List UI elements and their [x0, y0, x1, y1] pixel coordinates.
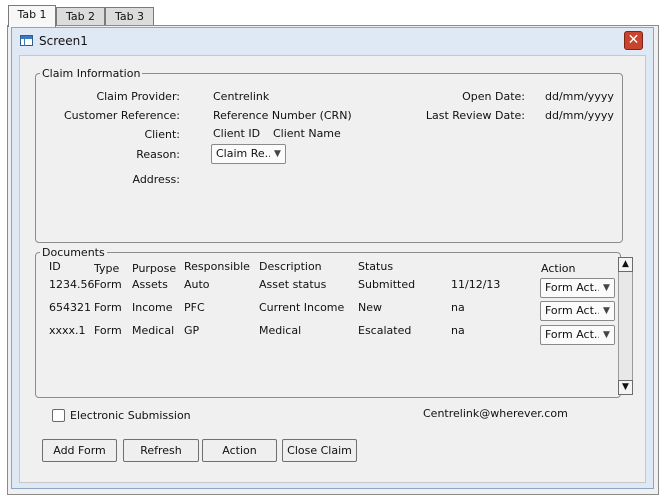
- tab-2[interactable]: Tab 2: [56, 7, 105, 25]
- table-row-cell-date: na: [451, 301, 465, 314]
- table-row-cell-status: Submitted: [358, 278, 416, 291]
- close-claim-button[interactable]: Close Claim: [282, 439, 357, 462]
- electronic-submission-label: Electronic Submission: [70, 409, 191, 422]
- open-date-label: Open Date:: [462, 90, 525, 103]
- documents-scrollbar[interactable]: ▲ ▼: [618, 257, 635, 395]
- table-row-cell-id: 654321: [49, 301, 91, 314]
- table-row-cell-date: 11/12/13: [451, 278, 501, 291]
- tab-3[interactable]: Tab 3: [105, 7, 154, 25]
- form-action-select-value: Form Act...: [545, 281, 605, 294]
- claim-provider-label: Claim Provider:: [96, 90, 180, 103]
- table-row-cell-date: na: [451, 324, 465, 337]
- window-title: Screen1: [39, 34, 88, 48]
- column-header-action: Action: [541, 262, 576, 275]
- column-header-purpose: Purpose: [132, 262, 177, 275]
- client-name: Client Name: [273, 127, 341, 140]
- window-icon: [20, 35, 33, 46]
- column-header-responsible: Responsible: [184, 260, 250, 273]
- table-row-cell-responsible: GP: [184, 324, 200, 337]
- action-button[interactable]: Action: [202, 439, 277, 462]
- documents-legend: Documents: [42, 246, 105, 259]
- chevron-down-icon: ▼: [599, 279, 614, 297]
- table-row-cell-responsible: Auto: [184, 278, 210, 291]
- open-date-value: dd/mm/yyyy: [545, 90, 614, 103]
- last-review-date-value: dd/mm/yyyy: [545, 109, 614, 122]
- form-action-select-value: Form Act...: [545, 328, 605, 341]
- address-label: Address:: [132, 173, 180, 186]
- table-row-cell-purpose: Income: [132, 301, 173, 314]
- documents-group: Documents: [35, 246, 621, 398]
- claim-information-legend: Claim Information: [42, 67, 141, 80]
- close-icon[interactable]: ✕: [624, 31, 643, 50]
- form-action-select[interactable]: Form Act... ▼: [540, 325, 615, 345]
- last-review-date-label: Last Review Date:: [425, 109, 525, 122]
- chevron-down-icon: ▼: [599, 326, 614, 344]
- table-row-cell-purpose: Assets: [132, 278, 168, 291]
- scroll-down-icon[interactable]: ▼: [618, 380, 633, 395]
- column-header-status: Status: [358, 260, 394, 273]
- client-label: Client:: [144, 128, 180, 141]
- claim-provider-value: Centrelink: [213, 90, 270, 103]
- table-row-cell-status: New: [358, 301, 382, 314]
- table-row-cell-id: 1234.56: [49, 278, 95, 291]
- contact-email: Centrelink@wherever.com: [423, 407, 568, 420]
- table-row-cell-type: Form: [94, 301, 122, 314]
- refresh-button[interactable]: Refresh: [123, 439, 199, 462]
- scrollbar-track[interactable]: [618, 272, 633, 380]
- client-id: Client ID: [213, 127, 261, 140]
- reason-select[interactable]: Claim Re... ▼: [211, 144, 286, 164]
- form-action-select[interactable]: Form Act... ▼: [540, 278, 615, 298]
- table-row-cell-type: Form: [94, 324, 122, 337]
- title-bar: Screen1 ✕: [12, 28, 653, 54]
- tab-1[interactable]: Tab 1: [8, 5, 56, 27]
- scroll-up-icon[interactable]: ▲: [618, 257, 633, 272]
- electronic-submission-checkbox[interactable]: [52, 409, 65, 422]
- chevron-down-icon: ▼: [270, 145, 285, 163]
- customer-reference-label: Customer Reference:: [63, 109, 180, 122]
- form-action-select[interactable]: Form Act... ▼: [540, 301, 615, 321]
- table-row-cell-responsible: PFC: [184, 301, 205, 314]
- table-row-cell-description: Current Income: [259, 301, 345, 314]
- add-form-button[interactable]: Add Form: [42, 439, 117, 462]
- chevron-down-icon: ▼: [599, 302, 614, 320]
- table-row-cell-status: Escalated: [358, 324, 412, 337]
- table-row-cell-id: xxxx.1: [49, 324, 86, 337]
- column-header-description: Description: [259, 260, 322, 273]
- customer-reference-value: Reference Number (CRN): [213, 109, 352, 122]
- column-header-type: Type: [94, 262, 120, 275]
- reason-label: Reason:: [136, 148, 180, 161]
- table-row-cell-description: Medical: [259, 324, 302, 337]
- form-action-select-value: Form Act...: [545, 304, 605, 317]
- column-header-id: ID: [49, 260, 61, 273]
- table-row-cell-type: Form: [94, 278, 122, 291]
- table-row-cell-description: Asset status: [259, 278, 327, 291]
- table-row-cell-purpose: Medical: [132, 324, 175, 337]
- reason-select-value: Claim Re...: [216, 147, 276, 160]
